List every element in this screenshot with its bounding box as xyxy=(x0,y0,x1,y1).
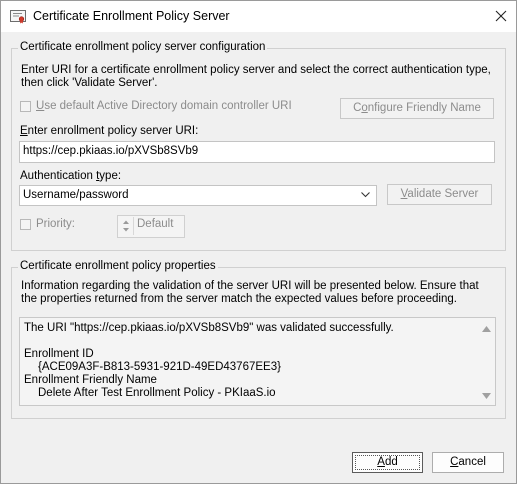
close-button[interactable] xyxy=(486,3,516,30)
spin-arrows-icon[interactable] xyxy=(119,217,134,235)
validate-server-button[interactable]: Validate Server xyxy=(387,184,492,205)
friendly-name-label: Enrollment Friendly Name xyxy=(24,374,157,386)
properties-group-legend: Certificate enrollment policy properties xyxy=(18,260,218,272)
priority-spinner[interactable]: Default xyxy=(117,215,185,238)
cancel-button[interactable]: Cancel xyxy=(432,452,504,473)
add-button[interactable]: Add xyxy=(352,452,423,473)
configure-friendly-name-button[interactable]: Configure Friendly Name xyxy=(340,98,494,119)
priority-spin-value: Default xyxy=(137,218,174,230)
enrollment-id-label: Enrollment ID xyxy=(24,348,94,360)
config-description: Enter URI for a certificate enrollment p… xyxy=(21,64,491,89)
auth-type-select[interactable]: Username/password xyxy=(19,185,377,206)
window-title: Certificate Enrollment Policy Server xyxy=(33,9,230,23)
validated-message: The URI "https://cep.pkiaas.io/pXVSb8SVb… xyxy=(24,322,394,334)
uri-label: Enter enrollment policy server URI: xyxy=(20,125,199,137)
results-scrollbar[interactable] xyxy=(479,318,495,405)
use-default-ad-label: Use default Active Directory domain cont… xyxy=(36,100,292,112)
config-group-legend: Certificate enrollment policy server con… xyxy=(18,41,268,53)
friendly-name-value: Delete After Test Enrollment Policy - PK… xyxy=(38,387,276,399)
properties-description: Information regarding the validation of … xyxy=(21,280,479,305)
close-icon xyxy=(495,10,507,22)
use-default-ad-checkbox[interactable] xyxy=(20,101,31,112)
scroll-up-icon[interactable] xyxy=(482,326,491,332)
dialog-window: Certificate Enrollment Policy Server Cer… xyxy=(0,0,517,484)
enrollment-id-value: {ACE09A3F-B813-5931-921D-49ED43767EE3} xyxy=(38,361,281,373)
chevron-down-icon xyxy=(361,192,370,198)
focus-rect xyxy=(355,455,420,470)
auth-type-selected: Username/password xyxy=(23,189,129,201)
priority-checkbox[interactable] xyxy=(20,219,31,230)
priority-label: Priority: xyxy=(36,218,75,230)
auth-type-label: Authentication type: xyxy=(20,170,122,182)
uri-input[interactable]: https://cep.pkiaas.io/pXVSb8SVb9 xyxy=(19,141,495,163)
certificate-icon xyxy=(10,9,26,24)
validation-results-box[interactable]: The URI "https://cep.pkiaas.io/pXVSb8SVb… xyxy=(19,317,496,406)
scroll-down-icon[interactable] xyxy=(482,393,491,399)
title-bar: Certificate Enrollment Policy Server xyxy=(1,1,516,32)
